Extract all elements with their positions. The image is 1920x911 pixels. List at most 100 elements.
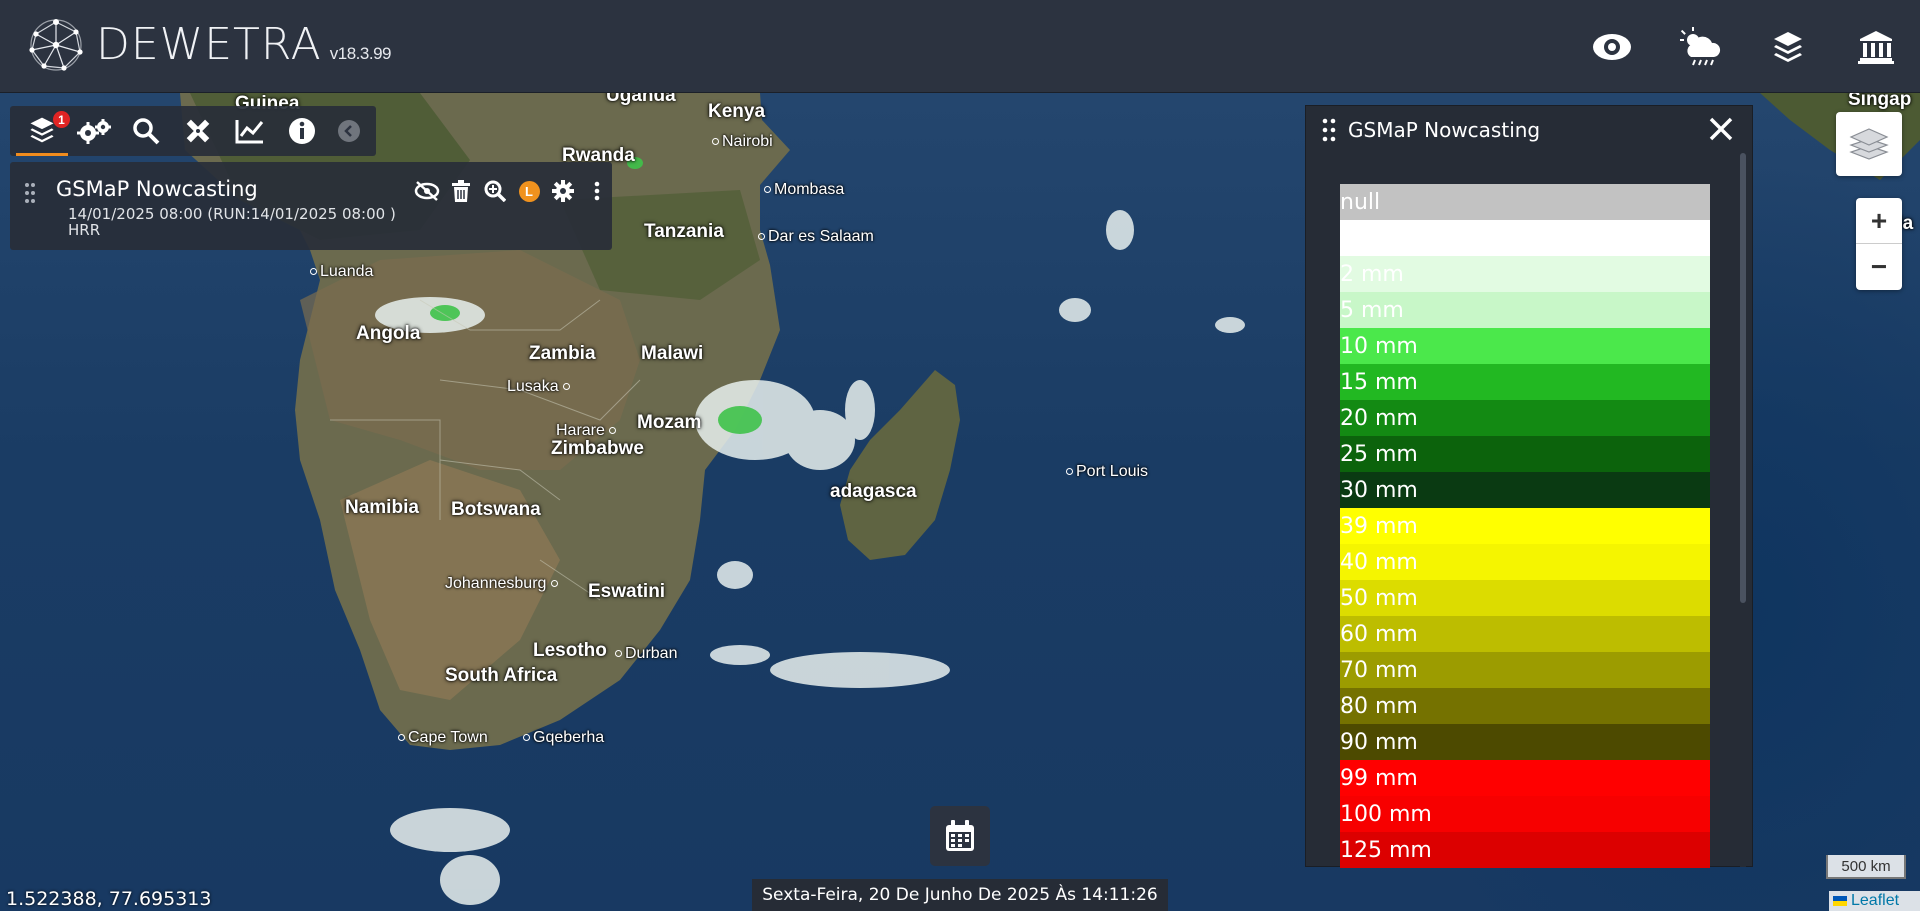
search-icon	[133, 118, 160, 145]
app-logo[interactable]: DEWETRA v18.3.99	[26, 16, 392, 74]
country-label: Namibia	[345, 497, 419, 518]
zoom-to-layer-button[interactable]	[478, 176, 512, 206]
legend-entry: 60 mm	[1340, 616, 1710, 652]
legend-entry: 100 mm	[1340, 796, 1710, 832]
legend-header[interactable]: GSMaP Nowcasting	[1306, 106, 1752, 153]
institution-icon[interactable]	[1832, 0, 1920, 93]
legend-scale: null 2 mm 5 mm 10 mm 15 mm 20 mm 25 mm 30 mm 39 …	[1340, 184, 1710, 868]
settings-button[interactable]	[68, 106, 120, 156]
collapse-toolbar-button[interactable]	[338, 120, 360, 142]
country-label: South Africa	[445, 665, 558, 686]
legend-entry: 10 mm	[1340, 328, 1710, 364]
legend-entry: 5 mm	[1340, 292, 1710, 328]
legend-entry: null	[1340, 184, 1710, 220]
country-label: Malawi	[641, 343, 704, 364]
city-label: Harare	[556, 422, 619, 440]
header-icon-group	[1568, 0, 1920, 93]
layers-icon[interactable]	[1744, 0, 1832, 93]
current-date-time: Sexta-Feira, 20 De Junho De 2025 Às 14:1…	[752, 879, 1168, 911]
info-button[interactable]	[276, 106, 328, 156]
legend-entry: 15 mm	[1340, 364, 1710, 400]
city-label: Durban	[615, 645, 677, 663]
layer-menu-button[interactable]	[580, 176, 614, 206]
legend-entry: 80 mm	[1340, 688, 1710, 724]
settings-icon	[77, 119, 111, 144]
scale-bar: 500 km	[1826, 855, 1906, 879]
legend-title: GSMaP Nowcasting	[1348, 117, 1541, 142]
delete-layer-button[interactable]	[444, 176, 478, 206]
ukraine-flag-icon	[1833, 896, 1847, 906]
weather-icon[interactable]	[1656, 0, 1744, 93]
country-label: Eswatini	[588, 581, 666, 602]
zoom-control: + −	[1856, 198, 1902, 290]
drag-handle-icon[interactable]	[1322, 118, 1336, 142]
close-icon[interactable]	[1708, 116, 1734, 142]
attribution-link[interactable]: Leaflet	[1851, 892, 1899, 910]
chart-button[interactable]	[224, 106, 276, 156]
drag-handle-icon[interactable]	[24, 182, 36, 204]
zoom-in-icon	[484, 180, 506, 202]
zoom-out-button[interactable]: −	[1856, 244, 1902, 290]
legend-entry: 70 mm	[1340, 652, 1710, 688]
search-button[interactable]	[120, 106, 172, 156]
app-header: DEWETRA v18.3.99	[0, 0, 1920, 93]
layer-name: GSMaP Nowcasting	[56, 177, 258, 201]
calendar-button[interactable]	[930, 806, 990, 866]
city-label: Cape Town	[398, 729, 488, 747]
layers-icon	[1849, 128, 1889, 160]
layer-settings-button[interactable]	[546, 176, 580, 206]
city-label: Mombasa	[764, 181, 844, 199]
legend-scrollbar[interactable]	[1740, 153, 1746, 867]
legend-entry: 90 mm	[1340, 724, 1710, 760]
legend-scrollbar-thumb[interactable]	[1740, 153, 1746, 603]
basemap-switcher-button[interactable]	[1836, 112, 1902, 176]
legend-panel: GSMaP Nowcasting null 2 mm 5 mm 10 mm 15 mm 2…	[1305, 105, 1753, 868]
zoom-in-button[interactable]: +	[1856, 198, 1902, 244]
layers-icon	[30, 117, 54, 142]
city-label: Luanda	[310, 263, 373, 281]
chevron-left-icon	[344, 125, 352, 137]
legend-entry: 2 mm	[1340, 256, 1710, 292]
city-label: Dar es Salaam	[758, 228, 874, 246]
layer-tools: L	[410, 176, 614, 206]
hide-layer-button[interactable]	[410, 176, 444, 206]
layer-model: HRR	[68, 221, 101, 239]
tools-button[interactable]	[172, 106, 224, 156]
layers-button[interactable]: 1	[16, 106, 70, 156]
gear-icon	[552, 180, 574, 202]
country-label: Uganda	[606, 93, 676, 106]
info-icon	[289, 118, 315, 144]
legend-button[interactable]: L	[512, 176, 546, 206]
country-label: Botswana	[451, 499, 541, 520]
country-label: Angola	[356, 323, 421, 344]
trash-icon	[452, 180, 470, 202]
country-label: adagasca	[830, 481, 917, 502]
legend-entry: 125 mm	[1340, 832, 1710, 868]
legend-entry: 39 mm	[1340, 508, 1710, 544]
legend-badge: L	[518, 180, 540, 202]
country-label: Mozam	[637, 412, 702, 433]
legend-entry: 30 mm	[1340, 472, 1710, 508]
layer-date: 14/01/2025 08:00 (RUN:14/01/2025 08:00 )	[68, 205, 396, 223]
city-label: Port Louis	[1066, 463, 1148, 481]
legend-entry: 50 mm	[1340, 580, 1710, 616]
cursor-coordinates: 1.522388, 77.695313	[6, 888, 212, 910]
legend-entry	[1340, 220, 1710, 256]
eye-slash-icon	[414, 181, 440, 201]
map-toolbar: 1	[10, 106, 376, 156]
country-label: Lesotho	[533, 640, 607, 661]
chart-icon	[235, 120, 264, 144]
city-label: Gqeberha	[523, 729, 604, 747]
map-attribution[interactable]: Leaflet	[1829, 891, 1920, 911]
city-label: Johannesburg	[445, 575, 561, 593]
legend-entry: 20 mm	[1340, 400, 1710, 436]
app-version: v18.3.99	[329, 44, 392, 63]
city-label: Nairobi	[712, 133, 773, 151]
calendar-icon	[946, 820, 974, 851]
eye-icon[interactable]	[1568, 0, 1656, 93]
tools-icon	[186, 119, 210, 143]
legend-entry: 99 mm	[1340, 760, 1710, 796]
country-label: Zambia	[529, 343, 596, 364]
app-name: DEWETRA	[96, 19, 322, 70]
more-vertical-icon	[594, 181, 600, 201]
